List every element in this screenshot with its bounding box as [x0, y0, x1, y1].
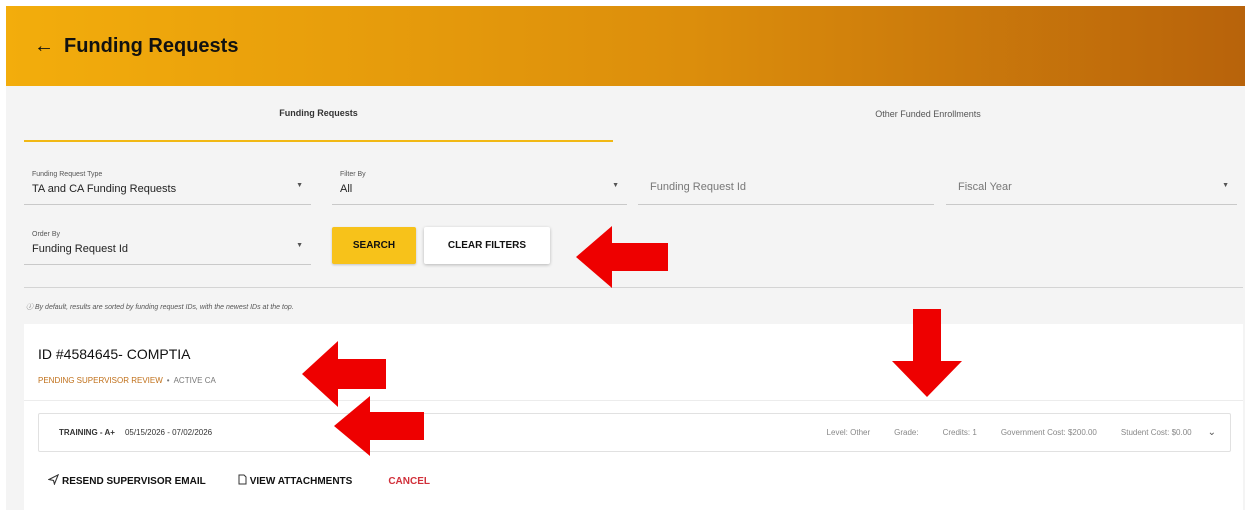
- annotation-arrow-left-icon: [576, 226, 668, 288]
- annotation-arrow-left-icon: [334, 396, 424, 456]
- tabs-bar: Funding Requests Other Funded Enrollment…: [6, 86, 1245, 142]
- separator-dot: •: [166, 376, 170, 385]
- arrow-left-icon[interactable]: ←: [34, 36, 54, 56]
- training-credits: Credits: 1: [942, 428, 977, 437]
- caret-down-icon: ▼: [1222, 182, 1229, 189]
- training-grade: Grade:: [894, 428, 919, 437]
- fiscal-year-select[interactable]: Fiscal Year ▼: [946, 167, 1237, 205]
- search-button[interactable]: SEARCH: [332, 227, 416, 264]
- request-actions: RESEND SUPERVISOR EMAIL VIEW ATTACHMENTS…: [47, 473, 430, 488]
- funding-request-card: ID #4584645- COMPTIA PENDING SUPERVISOR …: [24, 324, 1243, 510]
- send-icon: [47, 473, 60, 488]
- page-title: Funding Requests: [64, 34, 239, 57]
- training-level: Level: Other: [826, 428, 871, 437]
- funding-request-type-value: TA and CA Funding Requests: [32, 183, 177, 195]
- filter-by-label: Filter By: [340, 171, 366, 178]
- view-attachments-label: VIEW ATTACHMENTS: [249, 475, 353, 487]
- caret-down-icon: ▼: [296, 242, 303, 249]
- training-student-cost: Student Cost: $0.00: [1120, 428, 1192, 437]
- view-attachments-button[interactable]: VIEW ATTACHMENTS: [238, 474, 353, 488]
- status-line: PENDING SUPERVISOR REVIEW • ACTIVE CA: [38, 376, 216, 385]
- training-government-cost: Government Cost: $200.00: [1000, 428, 1097, 437]
- clear-filters-button[interactable]: CLEAR FILTERS: [424, 227, 550, 264]
- card-divider: [24, 400, 1243, 401]
- resend-supervisor-email-button[interactable]: RESEND SUPERVISOR EMAIL: [47, 473, 206, 488]
- funding-request-type-select[interactable]: Funding Request Type TA and CA Funding R…: [24, 167, 311, 205]
- tab-funding-requests[interactable]: Funding Requests: [24, 86, 613, 142]
- sort-info-text: ⓘ By default, results are sorted by fund…: [26, 304, 294, 311]
- status-badge: PENDING SUPERVISOR REVIEW: [38, 376, 163, 385]
- chevron-down-icon[interactable]: ⌄: [1208, 427, 1216, 438]
- fiscal-year-placeholder: Fiscal Year: [958, 181, 1012, 193]
- request-title: ID #4584645- COMPTIA: [38, 346, 191, 362]
- training-dates: 05/15/2026 - 07/02/2026: [124, 428, 213, 437]
- caret-down-icon: ▼: [296, 182, 303, 189]
- funding-request-id-input[interactable]: Funding Request Id: [638, 167, 934, 205]
- resend-supervisor-email-label: RESEND SUPERVISOR EMAIL: [62, 475, 206, 487]
- cancel-button[interactable]: CANCEL: [388, 476, 430, 487]
- funding-request-id-placeholder: Funding Request Id: [650, 181, 747, 193]
- annotation-arrow-down-icon: [892, 309, 962, 397]
- filter-by-select[interactable]: Filter By All ▼: [332, 167, 627, 205]
- training-name: TRAINING - A+: [59, 428, 115, 437]
- funding-request-type-label: Funding Request Type: [32, 171, 103, 178]
- document-icon: [238, 474, 247, 488]
- order-by-select[interactable]: Order By Funding Request Id ▼: [24, 227, 311, 265]
- order-by-value: Funding Request Id: [32, 243, 129, 255]
- order-by-label: Order By: [32, 231, 61, 238]
- training-row[interactable]: TRAINING - A+ 05/15/2026 - 07/02/2026 Le…: [38, 413, 1231, 452]
- funding-requests-page: ← Funding Requests Funding Requests Othe…: [6, 6, 1245, 510]
- page-header: ← Funding Requests: [6, 6, 1245, 86]
- tab-other-funded-enrollments[interactable]: Other Funded Enrollments: [613, 86, 1243, 142]
- training-meta: Level: Other Grade: Credits: 1 Governmen…: [827, 428, 1192, 437]
- secondary-status: ACTIVE CA: [173, 376, 216, 385]
- cancel-label: CANCEL: [388, 475, 430, 487]
- caret-down-icon: ▼: [612, 182, 619, 189]
- filter-by-value: All: [340, 183, 353, 195]
